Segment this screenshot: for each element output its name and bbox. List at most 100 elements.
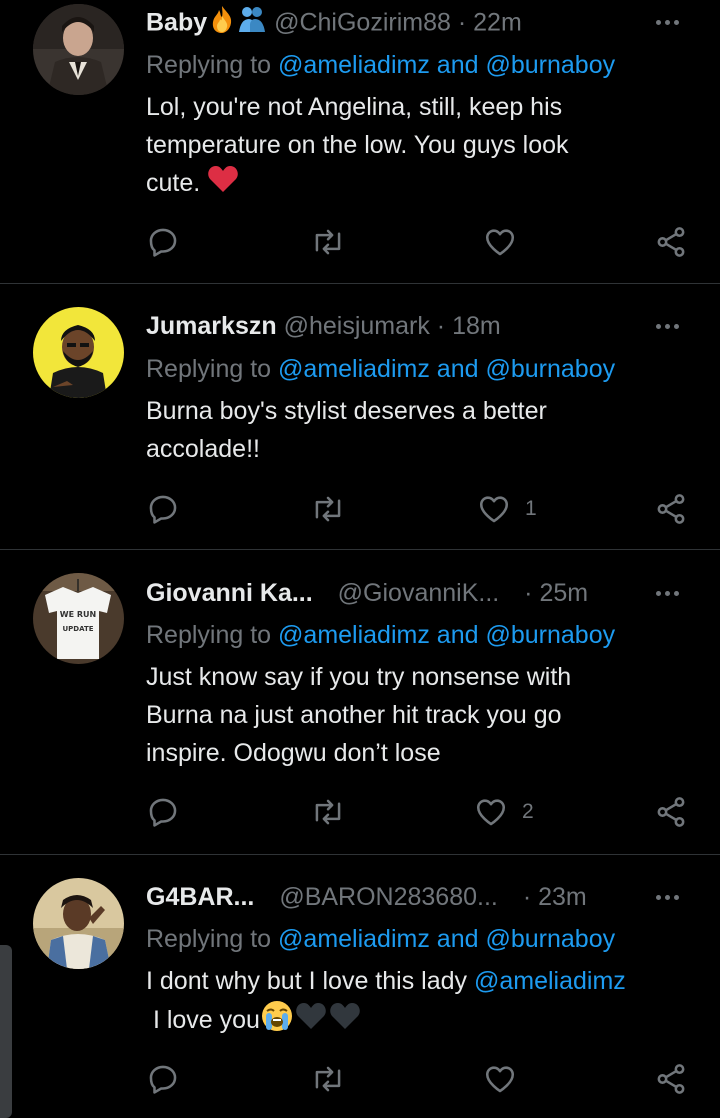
handle[interactable]: @ChiGozirim88 bbox=[274, 9, 451, 37]
replying-to: Replying to @ameliadimz and @burnaboy bbox=[146, 921, 615, 957]
reply-button[interactable] bbox=[146, 794, 180, 830]
more-icon[interactable] bbox=[654, 4, 686, 40]
display-name[interactable]: Giovanni Ka... bbox=[146, 579, 313, 607]
retweet-icon bbox=[315, 229, 341, 255]
replying-to: Replying to @ameliadimz and @burnaboy bbox=[146, 617, 615, 653]
tweet-text-line: I love you bbox=[152, 1006, 260, 1035]
and-label: and bbox=[436, 355, 479, 383]
like-icon bbox=[485, 1066, 515, 1093]
more-icon[interactable] bbox=[654, 575, 686, 611]
tweet-text-line: cute. bbox=[146, 169, 201, 198]
display-name[interactable]: G4BAR... bbox=[146, 883, 254, 911]
avatar[interactable]: WE RUN UPDATE bbox=[33, 573, 124, 664]
mention-link[interactable]: @burnaboy bbox=[485, 51, 615, 79]
more-icon[interactable] bbox=[654, 879, 686, 915]
separator-dot: · bbox=[522, 883, 532, 911]
like-button[interactable] bbox=[483, 1061, 531, 1097]
timestamp[interactable]: 25m bbox=[539, 579, 588, 607]
handle[interactable]: @GiovanniK... bbox=[338, 579, 500, 607]
replying-to: Replying to @ameliadimz and @burnaboy bbox=[146, 351, 615, 387]
reply-icon bbox=[149, 228, 177, 257]
replying-to-label: Replying to bbox=[146, 925, 272, 953]
and-label: and bbox=[436, 925, 479, 953]
avatar-image bbox=[33, 4, 124, 95]
black-heart-emoji bbox=[328, 1001, 362, 1042]
handle[interactable]: @heisjumark bbox=[284, 312, 430, 340]
share-button[interactable] bbox=[654, 1061, 688, 1097]
separator-dot: · bbox=[436, 312, 446, 340]
share-icon bbox=[657, 797, 685, 827]
tweet-text-line: I dont why but I love this lady bbox=[146, 967, 468, 995]
like-button[interactable]: 2 bbox=[474, 794, 534, 830]
avatar[interactable] bbox=[33, 878, 124, 969]
reply-icon bbox=[149, 1065, 177, 1094]
and-label: and bbox=[436, 51, 479, 79]
tweet-text-line: Lol, you're not Angelina, still, keep hi… bbox=[146, 93, 563, 121]
share-button[interactable] bbox=[654, 491, 688, 527]
tweet[interactable]: WE RUN UPDATE Giovanni Ka... @GiovanniK.… bbox=[0, 550, 720, 854]
mention-link[interactable]: @ameliadimz bbox=[278, 355, 430, 383]
and-label: and bbox=[436, 621, 479, 649]
avatar-image: WE RUN UPDATE bbox=[33, 573, 124, 664]
reply-button[interactable] bbox=[146, 491, 180, 527]
like-count: 1 bbox=[525, 497, 537, 520]
timestamp[interactable]: 23m bbox=[538, 883, 587, 911]
separator-dot: · bbox=[524, 579, 533, 607]
hugging-people-emoji bbox=[237, 4, 267, 44]
replying-to-label: Replying to bbox=[146, 51, 272, 79]
share-button[interactable] bbox=[654, 224, 688, 260]
retweet-icon bbox=[315, 496, 341, 522]
retweet-button[interactable] bbox=[310, 491, 346, 527]
avatar[interactable] bbox=[33, 307, 124, 398]
red-heart-emoji bbox=[207, 164, 239, 205]
retweet-button[interactable] bbox=[310, 794, 346, 830]
tweet-text: I dont why but I love this lady @ameliad… bbox=[146, 962, 706, 1043]
mention-link[interactable]: @ameliadimz bbox=[278, 51, 430, 79]
avatar[interactable] bbox=[33, 4, 124, 95]
avatar-image bbox=[33, 878, 124, 969]
handle[interactable]: @BARON283680... bbox=[279, 883, 498, 911]
share-button[interactable] bbox=[654, 794, 688, 830]
tweet-text: Lol, you're not Angelina, still, keep hi… bbox=[146, 88, 691, 205]
reply-icon bbox=[149, 798, 177, 827]
tweet[interactable]: G4BAR... @BARON283680... · 23m Replying … bbox=[0, 855, 720, 1118]
reply-button[interactable] bbox=[146, 224, 180, 260]
like-button[interactable] bbox=[483, 224, 531, 260]
mention-link[interactable]: @burnaboy bbox=[485, 355, 615, 383]
tweet[interactable]: Jumarkszn @heisjumark · 18m Replying to … bbox=[0, 284, 720, 549]
mention-link[interactable]: @burnaboy bbox=[485, 925, 615, 953]
display-name[interactable]: Baby bbox=[146, 9, 207, 37]
like-count: 2 bbox=[522, 800, 534, 823]
share-icon bbox=[657, 1064, 685, 1094]
tweet-text: Burna boy's stylist deserves a better ac… bbox=[146, 392, 691, 468]
tweet-text-line: accolade!! bbox=[146, 435, 260, 463]
like-icon bbox=[476, 799, 506, 826]
like-button[interactable]: 1 bbox=[477, 491, 537, 527]
avatar-image bbox=[33, 307, 124, 398]
retweet-button[interactable] bbox=[310, 224, 346, 260]
timestamp[interactable]: 22m bbox=[473, 9, 522, 37]
display-name[interactable]: Jumarkszn bbox=[146, 312, 277, 340]
black-heart-emoji bbox=[294, 1001, 328, 1042]
fire-emoji bbox=[207, 4, 237, 44]
scrollbar-thumb[interactable] bbox=[0, 945, 12, 1118]
like-icon bbox=[485, 229, 515, 256]
tweet[interactable]: Baby @ChiGozirim88 · 22m Replying to @am… bbox=[0, 0, 720, 283]
reply-button[interactable] bbox=[146, 1061, 180, 1097]
reply-icon bbox=[149, 495, 177, 524]
share-icon bbox=[657, 494, 685, 524]
mention-link[interactable]: @ameliadimz bbox=[278, 621, 430, 649]
tweet-text-line: inspire. Odogwu don’t lose bbox=[146, 739, 441, 767]
separator-dot: · bbox=[457, 8, 467, 37]
mention-link[interactable]: @burnaboy bbox=[485, 621, 615, 649]
tweet-text-line: Burna na just another hit track you go bbox=[146, 701, 562, 729]
timestamp[interactable]: 18m bbox=[452, 312, 501, 340]
retweet-icon bbox=[315, 799, 341, 825]
replying-to-label: Replying to bbox=[146, 621, 272, 649]
mention-link[interactable]: @ameliadimz bbox=[278, 925, 430, 953]
mention-link[interactable]: @ameliadimz bbox=[474, 967, 626, 995]
retweet-button[interactable] bbox=[310, 1061, 346, 1097]
more-icon[interactable] bbox=[654, 308, 686, 344]
avatar-shirt-text: WE RUN bbox=[60, 610, 96, 619]
avatar-shirt-text: UPDATE bbox=[62, 625, 93, 633]
